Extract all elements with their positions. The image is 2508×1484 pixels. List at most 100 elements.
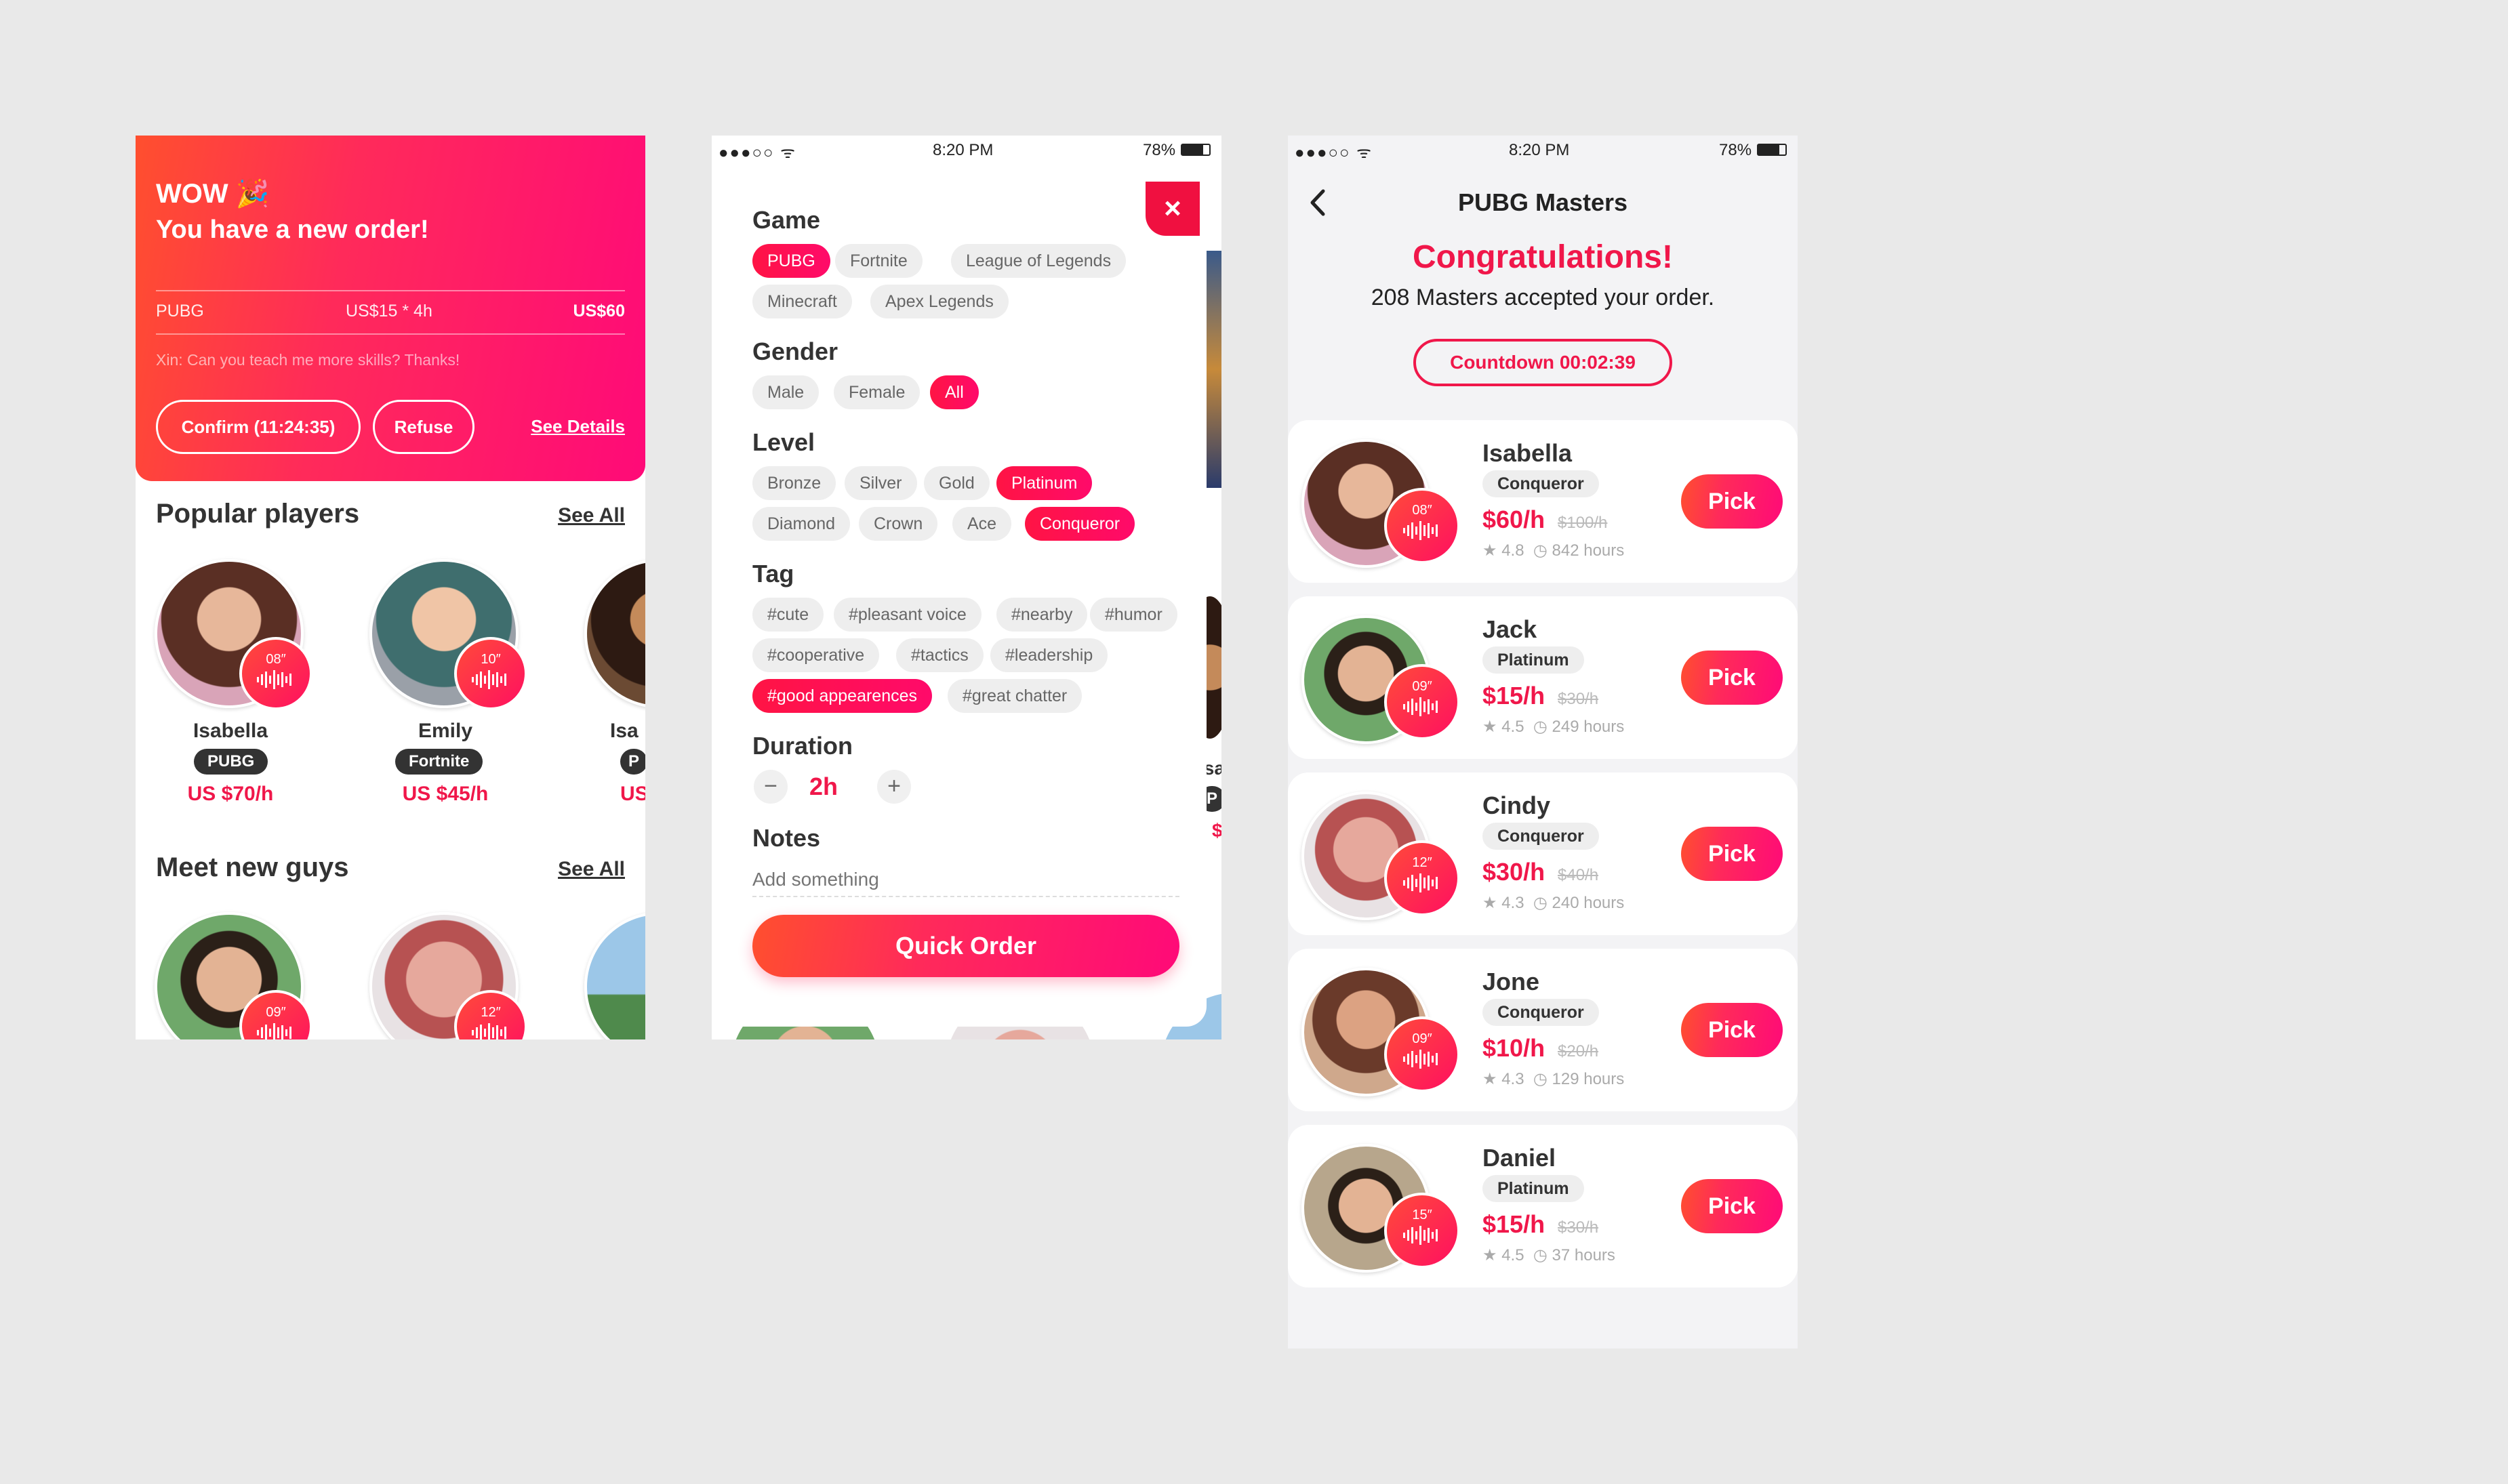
master-stats: ★ 4.5 ◷ 37 hours (1482, 1245, 1615, 1265)
chip-tag[interactable]: #tactics (896, 638, 984, 672)
chip-tag[interactable]: #cooperative (752, 638, 880, 672)
chip-level-bronze[interactable]: Bronze (752, 466, 836, 500)
duration-plus-button[interactable]: + (877, 770, 911, 804)
gender-filter-title: Gender (752, 337, 838, 365)
chip-game-minecraft[interactable]: Minecraft (752, 285, 852, 318)
player-game-badge: PUBG (194, 749, 268, 775)
player-card[interactable]: 08″ (155, 559, 312, 715)
avatar (584, 912, 645, 1039)
popular-players-title: Popular players (156, 499, 360, 529)
chip-tag[interactable]: #good appearences (752, 679, 933, 713)
player-card[interactable]: 12″ (369, 912, 527, 1039)
page-title: PUBG Masters (1457, 188, 1628, 216)
voice-play-button[interactable]: 15″ (1384, 1193, 1460, 1269)
chip-tag[interactable]: #pleasant voice (834, 598, 982, 632)
star-icon: ★ (1482, 541, 1502, 560)
voice-play-button[interactable]: 10″ (454, 637, 527, 710)
meet-see-all-link[interactable]: See All (558, 858, 625, 881)
battery-level: 78% (1143, 141, 1176, 159)
voice-play-button[interactable]: 09″ (1384, 1016, 1460, 1092)
chip-game-apex[interactable]: Apex Legends (870, 285, 1009, 318)
clock-icon: ◷ (1524, 541, 1552, 560)
order-rate: US$15 * 4h (346, 302, 432, 321)
player-name: Emily (418, 720, 473, 742)
clock-icon: ◷ (1524, 894, 1552, 912)
player-game-badge: Fortnite (395, 749, 483, 775)
chip-tag[interactable]: #humor (1090, 598, 1177, 632)
masters-screen: ●●●○○ ᯤ 8:20 PM 78% PUBG Masters Congrat… (1288, 136, 1798, 1348)
duration-title: Duration (752, 732, 853, 760)
popular-see-all-link[interactable]: See All (558, 504, 625, 527)
chip-level-crown[interactable]: Crown (859, 507, 938, 541)
chip-level-diamond[interactable]: Diamond (752, 507, 851, 541)
chip-level-silver[interactable]: Silver (845, 466, 917, 500)
confirm-button[interactable]: Confirm (11:24:35) (156, 400, 361, 454)
waveform-icon (257, 670, 295, 689)
chip-game-fortnite[interactable]: Fortnite (835, 244, 923, 278)
status-bar: ●●●○○ ᯤ 8:20 PM 78% (712, 136, 1221, 163)
order-total: US$60 (573, 302, 625, 321)
voice-play-button[interactable]: 09″ (1384, 664, 1460, 740)
see-details-link[interactable]: See Details (531, 416, 625, 437)
pick-button[interactable]: Pick (1681, 1179, 1783, 1233)
chip-tag[interactable]: #nearby (996, 598, 1088, 632)
duration-minus-button[interactable]: − (754, 770, 788, 804)
star-icon: ★ (1482, 718, 1502, 736)
player-game-badge: P (620, 749, 645, 775)
master-rating: 4.5 (1501, 718, 1524, 736)
voice-play-button[interactable]: 08″ (1384, 488, 1460, 564)
master-stats: ★ 4.5 ◷ 249 hours (1482, 717, 1624, 737)
player-card[interactable] (584, 559, 645, 715)
battery-icon (1181, 144, 1211, 156)
master-price: $15/h (1482, 1210, 1545, 1238)
voice-play-button[interactable]: 12″ (1384, 840, 1460, 916)
player-name: Isabella (193, 720, 268, 742)
master-price: $30/h (1482, 858, 1545, 886)
player-card[interactable] (584, 912, 645, 1039)
chip-tag[interactable]: #leadership (990, 638, 1108, 672)
chip-gender-male[interactable]: Male (752, 375, 820, 409)
notes-title: Notes (752, 824, 821, 852)
player-card[interactable]: 10″ (369, 559, 527, 715)
notes-input[interactable] (752, 863, 1179, 897)
pick-button[interactable]: Pick (1681, 651, 1783, 705)
quick-order-button[interactable]: Quick Order (752, 915, 1179, 977)
peek-price: $ (1212, 820, 1221, 841)
chip-level-ace[interactable]: Ace (952, 507, 1012, 541)
pick-button[interactable]: Pick (1681, 827, 1783, 881)
status-time: 8:20 PM (1509, 141, 1570, 159)
master-old-price: $30/h (1558, 690, 1599, 708)
master-rating: 4.3 (1501, 894, 1524, 912)
chip-gender-all[interactable]: All (930, 375, 979, 409)
chip-level-gold[interactable]: Gold (924, 466, 990, 500)
star-icon: ★ (1482, 894, 1502, 912)
order-message: Xin: Can you teach me more skills? Thank… (156, 351, 460, 369)
pick-button[interactable]: Pick (1681, 1003, 1783, 1057)
chip-tag[interactable]: #great chatter (948, 679, 1083, 713)
chip-tag[interactable]: #cute (752, 598, 824, 632)
chip-level-conqueror[interactable]: Conqueror (1025, 507, 1135, 541)
refuse-button[interactable]: Refuse (373, 400, 474, 454)
master-level-badge: Platinum (1482, 1175, 1584, 1202)
star-icon: ★ (1482, 1246, 1502, 1264)
close-button[interactable]: × (1146, 182, 1200, 236)
new-order-banner: WOW 🎉 You have a new order! PUBG US$15 *… (136, 136, 645, 481)
clock-icon: ◷ (1524, 1246, 1552, 1264)
master-hours: 129 hours (1552, 1070, 1625, 1088)
status-bar: ●●●○○ ᯤ 8:20 PM 78% (1288, 136, 1798, 163)
master-hours: 37 hours (1552, 1246, 1615, 1264)
waveform-icon (1403, 873, 1441, 892)
chip-gender-female[interactable]: Female (834, 375, 921, 409)
voice-play-button[interactable]: 08″ (239, 637, 312, 710)
chip-level-platinum[interactable]: Platinum (996, 466, 1093, 500)
chip-game-pubg[interactable]: PUBG (752, 244, 830, 278)
master-old-price: $100/h (1558, 514, 1608, 532)
pick-button[interactable]: Pick (1681, 474, 1783, 529)
close-icon: × (1164, 192, 1181, 225)
player-card[interactable]: 09″ (155, 912, 312, 1039)
chip-game-lol[interactable]: League of Legends (951, 244, 1127, 278)
player-name: Isa (610, 720, 639, 742)
clock-icon: ◷ (1524, 718, 1552, 736)
countdown-badge: Countdown 00:02:39 (1413, 339, 1672, 386)
master-hours: 842 hours (1552, 541, 1625, 560)
